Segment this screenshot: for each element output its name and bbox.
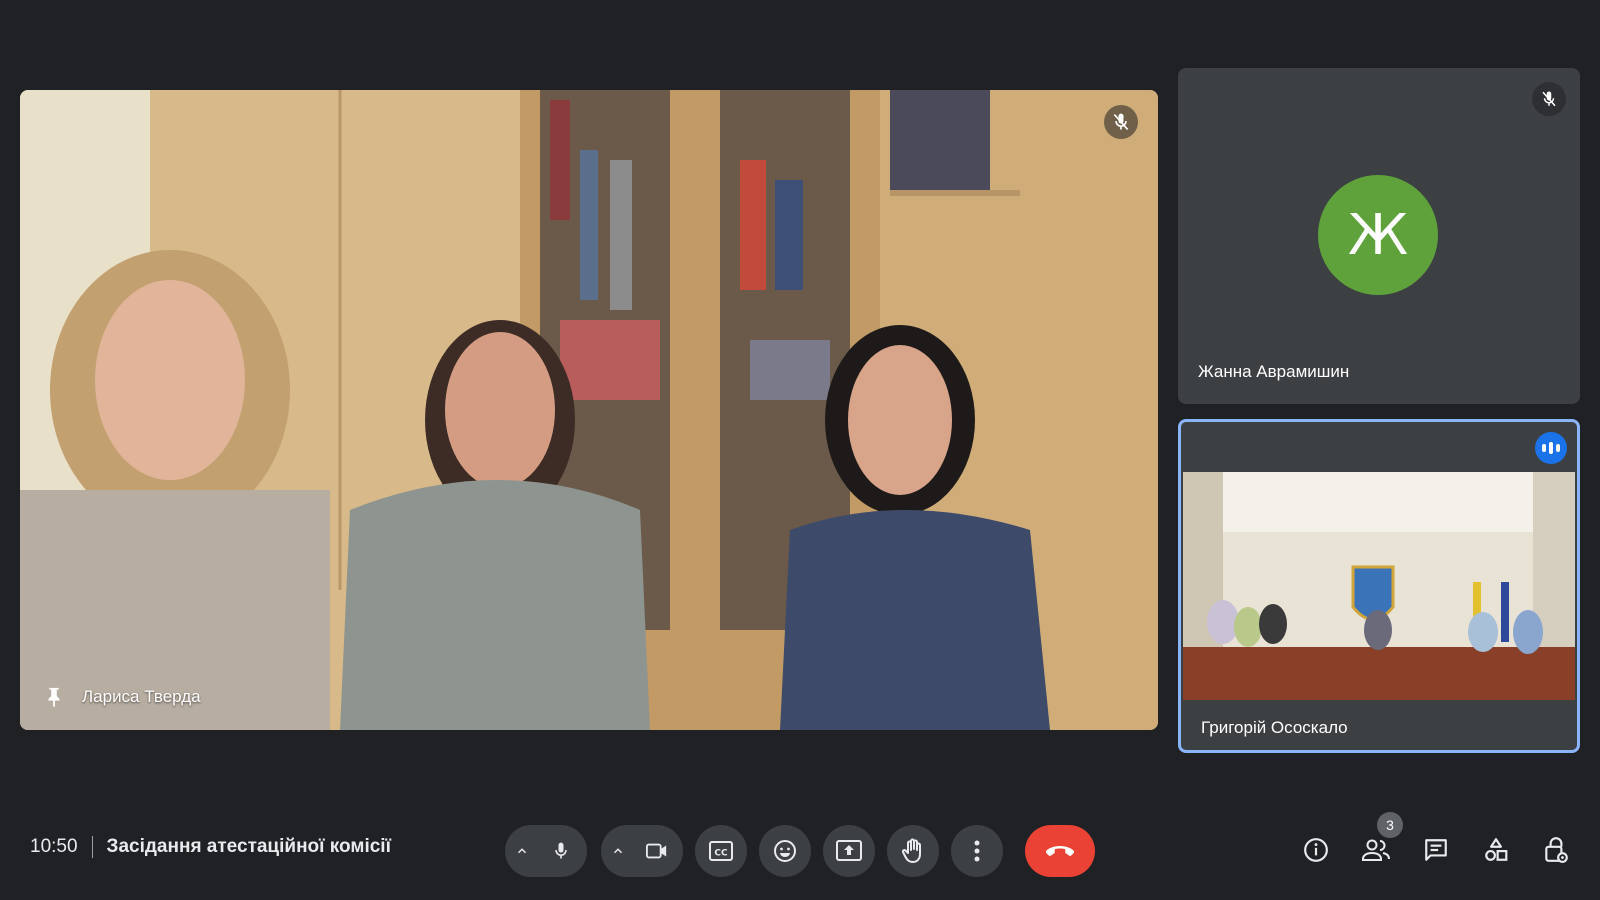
meet-window: Лариса Тверда Ж Жанна Аврамишин Григорій… [0, 0, 1600, 900]
divider [91, 836, 93, 858]
pin-icon[interactable] [44, 686, 64, 708]
bottom-toolbar: 10:50 Засідання атестаційної комісії CC [0, 810, 1600, 890]
host-controls-icon [1545, 837, 1568, 863]
meeting-details: 10:50 Засідання атестаційної комісії [30, 836, 391, 858]
meeting-title: Засідання атестаційної комісії [106, 836, 391, 857]
chat-button[interactable] [1416, 830, 1456, 870]
chat-icon [1425, 839, 1447, 861]
main-tile-name-label: Лариса Тверда [44, 686, 201, 708]
main-video-feed [20, 90, 1158, 730]
avatar: Ж [1318, 175, 1438, 295]
more-options-button[interactable] [951, 825, 1003, 877]
microphone-icon [555, 842, 567, 859]
activities-icon [1485, 838, 1508, 861]
participant-tile-zhanna[interactable]: Ж Жанна Аврамишин [1178, 68, 1580, 404]
microphone-control [505, 825, 587, 877]
clock: 10:50 [30, 836, 78, 857]
camera-control [601, 825, 683, 877]
svg-text:CC: CC [714, 849, 728, 859]
audio-options-chevron-icon[interactable] [507, 825, 537, 877]
main-participant-name: Лариса Тверда [82, 687, 201, 706]
emoji-icon [774, 840, 796, 862]
participant-tile-hryhoriy[interactable]: Григорій Ососкало [1178, 419, 1580, 753]
speaking-indicator-icon [1535, 432, 1567, 464]
info-icon [1304, 838, 1328, 862]
raise-hand-button[interactable] [887, 825, 939, 877]
host-controls-button[interactable] [1536, 830, 1576, 870]
camera-button[interactable] [633, 827, 681, 875]
end-call-icon [1045, 846, 1075, 856]
present-screen-button[interactable] [823, 825, 875, 877]
captions-button[interactable]: CC [695, 825, 747, 877]
microphone-button[interactable] [537, 827, 585, 875]
camera-icon [646, 843, 667, 859]
hand-icon [902, 838, 921, 863]
participant-count-badge: 3 [1377, 812, 1403, 838]
participant-video-feed [1183, 472, 1575, 700]
participant-name: Жанна Аврамишин [1198, 362, 1350, 381]
meeting-details-button[interactable] [1296, 830, 1336, 870]
activities-button[interactable] [1476, 830, 1516, 870]
people-icon [1362, 839, 1390, 861]
participant-name: Григорій Ососкало [1201, 718, 1348, 737]
captions-icon: CC [709, 841, 733, 861]
main-tile-mic-off-icon [1104, 105, 1138, 139]
main-video-tile[interactable]: Лариса Тверда [20, 90, 1158, 730]
tile-mic-off-icon [1532, 82, 1566, 116]
video-options-chevron-icon[interactable] [603, 825, 633, 877]
reactions-button[interactable] [759, 825, 811, 877]
more-vert-icon [974, 840, 980, 862]
leave-call-button[interactable] [1025, 825, 1095, 877]
present-screen-icon [836, 840, 862, 861]
